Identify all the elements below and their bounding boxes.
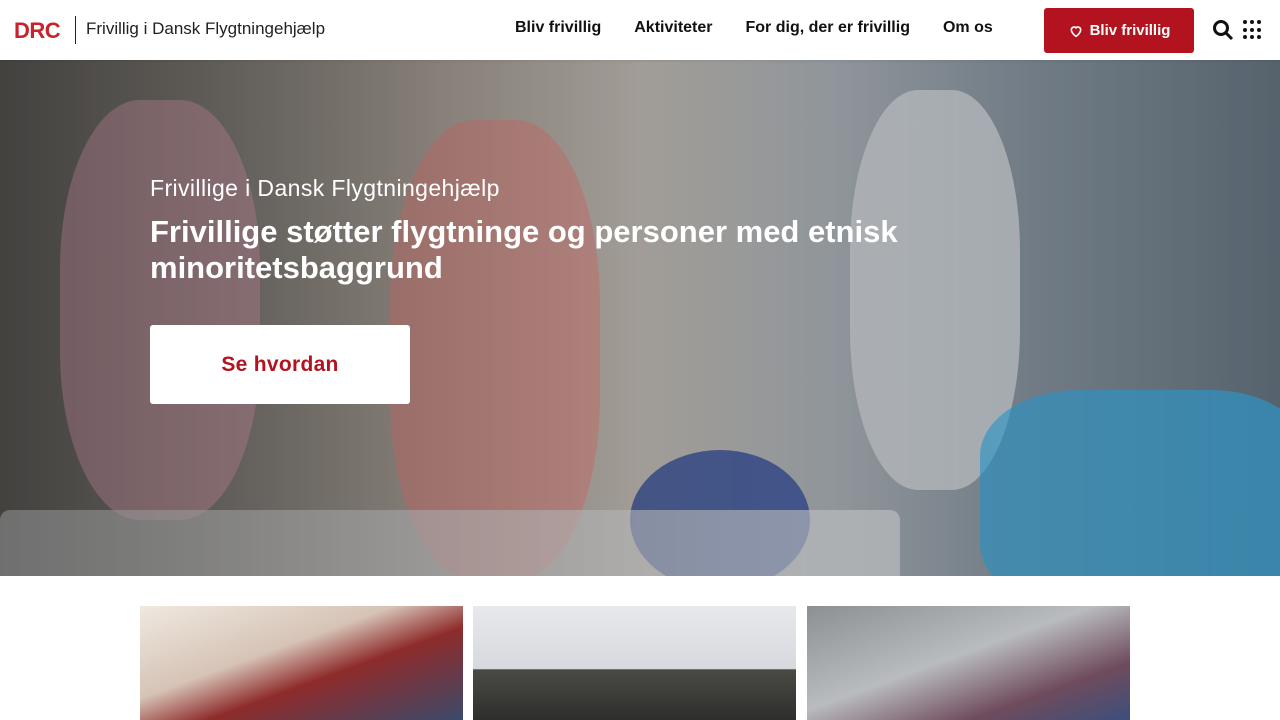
hero-overlay	[0, 60, 1280, 576]
card-children-studying-photo[interactable]	[140, 606, 463, 720]
card-two-men-selfie-photo[interactable]	[473, 606, 796, 720]
main-nav: Bliv frivillig Aktiviteter For dig, der …	[515, 19, 1026, 37]
nav-for-dig[interactable]: For dig, der er frivillig	[746, 19, 910, 37]
hero-banner: Frivillige i Dansk Flygtningehjælp Frivi…	[0, 60, 1280, 576]
site-title[interactable]: Frivillig i Dansk Flygtningehjælp	[86, 19, 325, 39]
header-divider	[75, 16, 76, 44]
bliv-frivillig-button[interactable]: Bliv frivillig	[1044, 8, 1194, 53]
nav-om-os[interactable]: Om os	[943, 19, 993, 37]
search-icon[interactable]	[1211, 18, 1235, 42]
site-header: DRC Frivillig i Dansk Flygtningehjælp Bl…	[0, 0, 1280, 60]
nav-bliv-frivillig[interactable]: Bliv frivillig	[515, 19, 601, 37]
drc-logo[interactable]: DRC	[14, 18, 61, 44]
card-woman-in-kitchen-photo[interactable]	[807, 606, 1130, 720]
cta-label: Bliv frivillig	[1089, 22, 1171, 39]
se-hvordan-button[interactable]: Se hvordan	[150, 325, 410, 404]
apps-grid-icon[interactable]	[1243, 20, 1263, 40]
hero-title: Frivillige støtter flygtninge og persone…	[150, 214, 898, 285]
heart-icon	[1070, 25, 1082, 37]
nav-aktiviteter[interactable]: Aktiviteter	[634, 19, 712, 37]
hero-kicker: Frivillige i Dansk Flygtningehjælp	[150, 175, 500, 201]
